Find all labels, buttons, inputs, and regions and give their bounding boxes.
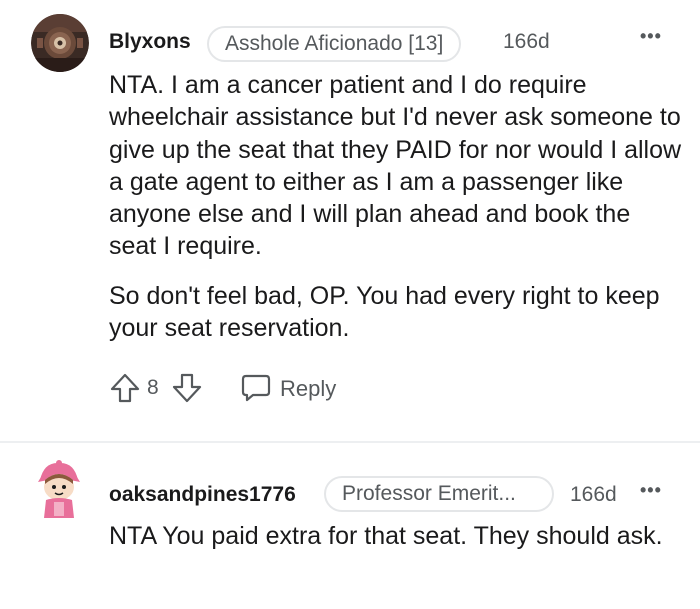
more-options-icon[interactable]: ••• bbox=[640, 26, 662, 47]
arrow-up-outline-icon bbox=[110, 373, 140, 403]
user-avatar[interactable] bbox=[34, 460, 84, 522]
reply-label: Reply bbox=[280, 376, 337, 401]
comment: oaksandpines1776 Professor Emerit... 166… bbox=[0, 444, 700, 609]
comment-body: NTA You paid extra for that seat. They s… bbox=[109, 520, 684, 569]
comment-paragraph: So don't feel bad, OP. You had every rig… bbox=[109, 281, 660, 343]
user-avatar[interactable] bbox=[31, 14, 89, 72]
more-options-icon[interactable]: ••• bbox=[640, 480, 662, 501]
comment: Blyxons Asshole Aficionado [13] 166d •••… bbox=[0, 0, 700, 440]
username[interactable]: oaksandpines1776 bbox=[109, 483, 296, 507]
username[interactable]: Blyxons bbox=[109, 30, 191, 54]
arrow-down-outline-icon bbox=[172, 373, 202, 403]
user-flair: Professor Emerit... bbox=[324, 476, 554, 512]
comment-body: NTA. I am a cancer patient and I do requ… bbox=[109, 69, 684, 361]
comment-paragraph: NTA You paid extra for that seat. They s… bbox=[109, 522, 663, 550]
user-flair: Asshole Aficionado [13] bbox=[207, 26, 462, 62]
vote-score: 8 bbox=[147, 376, 159, 399]
timestamp[interactable]: 166d bbox=[503, 30, 550, 54]
avatar-image bbox=[38, 460, 80, 518]
comment-actions: 8 Reply bbox=[109, 370, 409, 406]
comment-paragraph: NTA. I am a cancer patient and I do requ… bbox=[109, 71, 682, 261]
comment-divider bbox=[0, 441, 700, 443]
upvote-button[interactable] bbox=[109, 372, 141, 404]
avatar-image bbox=[31, 14, 89, 72]
downvote-button[interactable] bbox=[171, 372, 203, 404]
timestamp[interactable]: 166d bbox=[570, 483, 617, 507]
speech-bubble-icon bbox=[240, 372, 272, 404]
